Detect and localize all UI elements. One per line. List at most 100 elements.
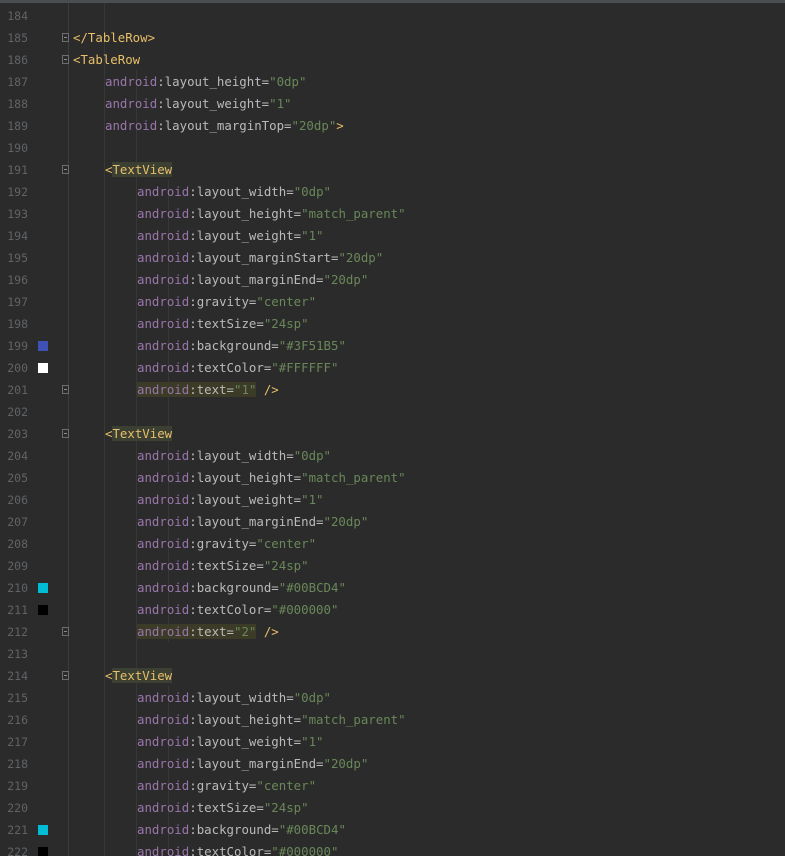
code-line[interactable]: 186 <TableRow bbox=[0, 49, 785, 71]
attr-namespace: android bbox=[105, 96, 158, 111]
attr-name: layout_marginEnd bbox=[196, 272, 317, 287]
attr-value: "24sp" bbox=[263, 316, 309, 331]
fold-marker-icon[interactable] bbox=[62, 671, 69, 680]
code-text: android:layout_height="0dp" bbox=[105, 71, 306, 93]
colon: : bbox=[189, 756, 197, 771]
code-line[interactable]: 184 bbox=[0, 5, 785, 27]
attr-value: "#000000" bbox=[271, 844, 339, 856]
code-text: <TableRow bbox=[73, 49, 140, 71]
code-line[interactable]: 198 android:textSize="24sp" bbox=[0, 313, 785, 335]
code-line[interactable]: 189 android:layout_marginTop="20dp"> bbox=[0, 115, 785, 137]
fold-marker-icon[interactable] bbox=[62, 429, 69, 438]
attr-namespace: android bbox=[137, 492, 190, 507]
line-number: 216 bbox=[7, 713, 28, 727]
attr-namespace: android bbox=[137, 250, 190, 265]
equals-sign: = bbox=[316, 756, 324, 771]
code-line[interactable]: 192 android:layout_width="0dp" bbox=[0, 181, 785, 203]
code-line[interactable]: 221 android:background="#00BCD4" bbox=[0, 819, 785, 841]
code-line[interactable]: 195 android:layout_marginStart="20dp" bbox=[0, 247, 785, 269]
fold-marker-icon[interactable] bbox=[62, 55, 69, 64]
colon: : bbox=[189, 492, 197, 507]
code-line[interactable]: 217 android:layout_weight="1" bbox=[0, 731, 785, 753]
attr-namespace: android bbox=[137, 624, 190, 639]
attr-value: "center" bbox=[256, 536, 317, 551]
code-line[interactable]: 216 android:layout_height="match_parent" bbox=[0, 709, 785, 731]
attr-namespace: android bbox=[137, 228, 190, 243]
code-line[interactable]: 194 android:layout_weight="1" bbox=[0, 225, 785, 247]
attr-namespace: android bbox=[137, 206, 190, 221]
code-line[interactable]: 212 android:text="2" /> bbox=[0, 621, 785, 643]
code-line[interactable]: 210 android:background="#00BCD4" bbox=[0, 577, 785, 599]
fold-marker-icon[interactable] bbox=[62, 385, 69, 394]
tag-open-bracket: </ bbox=[73, 30, 88, 45]
code-line[interactable]: 200 android:textColor="#FFFFFF" bbox=[0, 357, 785, 379]
code-line[interactable]: 202 bbox=[0, 401, 785, 423]
code-line[interactable]: 220 android:textSize="24sp" bbox=[0, 797, 785, 819]
attr-namespace: android bbox=[137, 184, 190, 199]
code-line[interactable]: 215 android:layout_width="0dp" bbox=[0, 687, 785, 709]
code-line[interactable]: 208 android:gravity="center" bbox=[0, 533, 785, 555]
fold-marker-icon[interactable] bbox=[62, 33, 69, 42]
code-text: android:gravity="center" bbox=[137, 775, 316, 797]
code-line[interactable]: 207 android:layout_marginEnd="20dp" bbox=[0, 511, 785, 533]
equals-sign: = bbox=[226, 382, 234, 397]
code-line[interactable]: 222 android:textColor="#000000" bbox=[0, 841, 785, 856]
colon: : bbox=[189, 734, 197, 749]
attr-value: "match_parent" bbox=[301, 712, 406, 727]
code-line[interactable]: 187 android:layout_height="0dp" bbox=[0, 71, 785, 93]
color-swatch-icon[interactable] bbox=[38, 341, 48, 351]
code-line[interactable]: 188 android:layout_weight="1" bbox=[0, 93, 785, 115]
attr-name: layout_height bbox=[164, 74, 262, 89]
attr-namespace: android bbox=[137, 800, 190, 815]
code-editor[interactable]: 184 185 </TableRow> 186 <TableRow 187 android:… bbox=[0, 0, 785, 856]
code-line[interactable]: 218 android:layout_marginEnd="20dp" bbox=[0, 753, 785, 775]
color-swatch-icon[interactable] bbox=[38, 825, 48, 835]
code-line[interactable]: 205 android:layout_height="match_parent" bbox=[0, 467, 785, 489]
attr-namespace: android bbox=[137, 360, 190, 375]
code-text: android:layout_marginTop="20dp"> bbox=[105, 115, 344, 137]
code-line[interactable]: 209 android:textSize="24sp" bbox=[0, 555, 785, 577]
line-number: 208 bbox=[7, 537, 28, 551]
code-line[interactable]: 196 android:layout_marginEnd="20dp" bbox=[0, 269, 785, 291]
code-text: android:text="1" /> bbox=[137, 379, 279, 401]
line-number: 218 bbox=[7, 757, 28, 771]
code-line[interactable]: 199 android:background="#3F51B5" bbox=[0, 335, 785, 357]
code-line[interactable]: 206 android:layout_weight="1" bbox=[0, 489, 785, 511]
attr-name: layout_height bbox=[196, 470, 294, 485]
attr-value: "24sp" bbox=[263, 558, 309, 573]
color-swatch-icon[interactable] bbox=[38, 583, 48, 593]
line-number: 196 bbox=[7, 273, 28, 287]
attr-value: "20dp" bbox=[323, 514, 369, 529]
code-line[interactable]: 204 android:layout_width="0dp" bbox=[0, 445, 785, 467]
code-text: android:textColor="#000000" bbox=[137, 841, 338, 856]
code-text: android:layout_weight="1" bbox=[105, 93, 292, 115]
attr-namespace: android bbox=[137, 690, 190, 705]
attr-namespace: android bbox=[137, 756, 190, 771]
fold-marker-icon[interactable] bbox=[62, 627, 69, 636]
code-line[interactable]: 185 </TableRow> bbox=[0, 27, 785, 49]
tag-name: TableRow bbox=[87, 30, 148, 45]
attr-namespace: android bbox=[137, 602, 190, 617]
attr-namespace: android bbox=[105, 74, 158, 89]
code-line[interactable]: 219 android:gravity="center" bbox=[0, 775, 785, 797]
code-line[interactable]: 191 <TextView bbox=[0, 159, 785, 181]
fold-marker-icon[interactable] bbox=[62, 165, 69, 174]
colon: : bbox=[189, 624, 197, 639]
attr-namespace: android bbox=[137, 822, 190, 837]
color-swatch-icon[interactable] bbox=[38, 847, 48, 856]
attr-namespace: android bbox=[137, 294, 190, 309]
code-line[interactable]: 213 bbox=[0, 643, 785, 665]
code-line[interactable]: 190 bbox=[0, 137, 785, 159]
code-line[interactable]: 193 android:layout_height="match_parent" bbox=[0, 203, 785, 225]
code-line[interactable]: 214 <TextView bbox=[0, 665, 785, 687]
color-swatch-icon[interactable] bbox=[38, 605, 48, 615]
code-line[interactable]: 211 android:textColor="#000000" bbox=[0, 599, 785, 621]
colon: : bbox=[189, 382, 197, 397]
line-number: 215 bbox=[7, 691, 28, 705]
color-swatch-icon[interactable] bbox=[38, 363, 48, 373]
colon: : bbox=[189, 448, 197, 463]
code-line[interactable]: 201 android:text="1" /> bbox=[0, 379, 785, 401]
code-line[interactable]: 203 <TextView bbox=[0, 423, 785, 445]
code-line[interactable]: 197 android:gravity="center" bbox=[0, 291, 785, 313]
attr-value: "center" bbox=[256, 294, 317, 309]
